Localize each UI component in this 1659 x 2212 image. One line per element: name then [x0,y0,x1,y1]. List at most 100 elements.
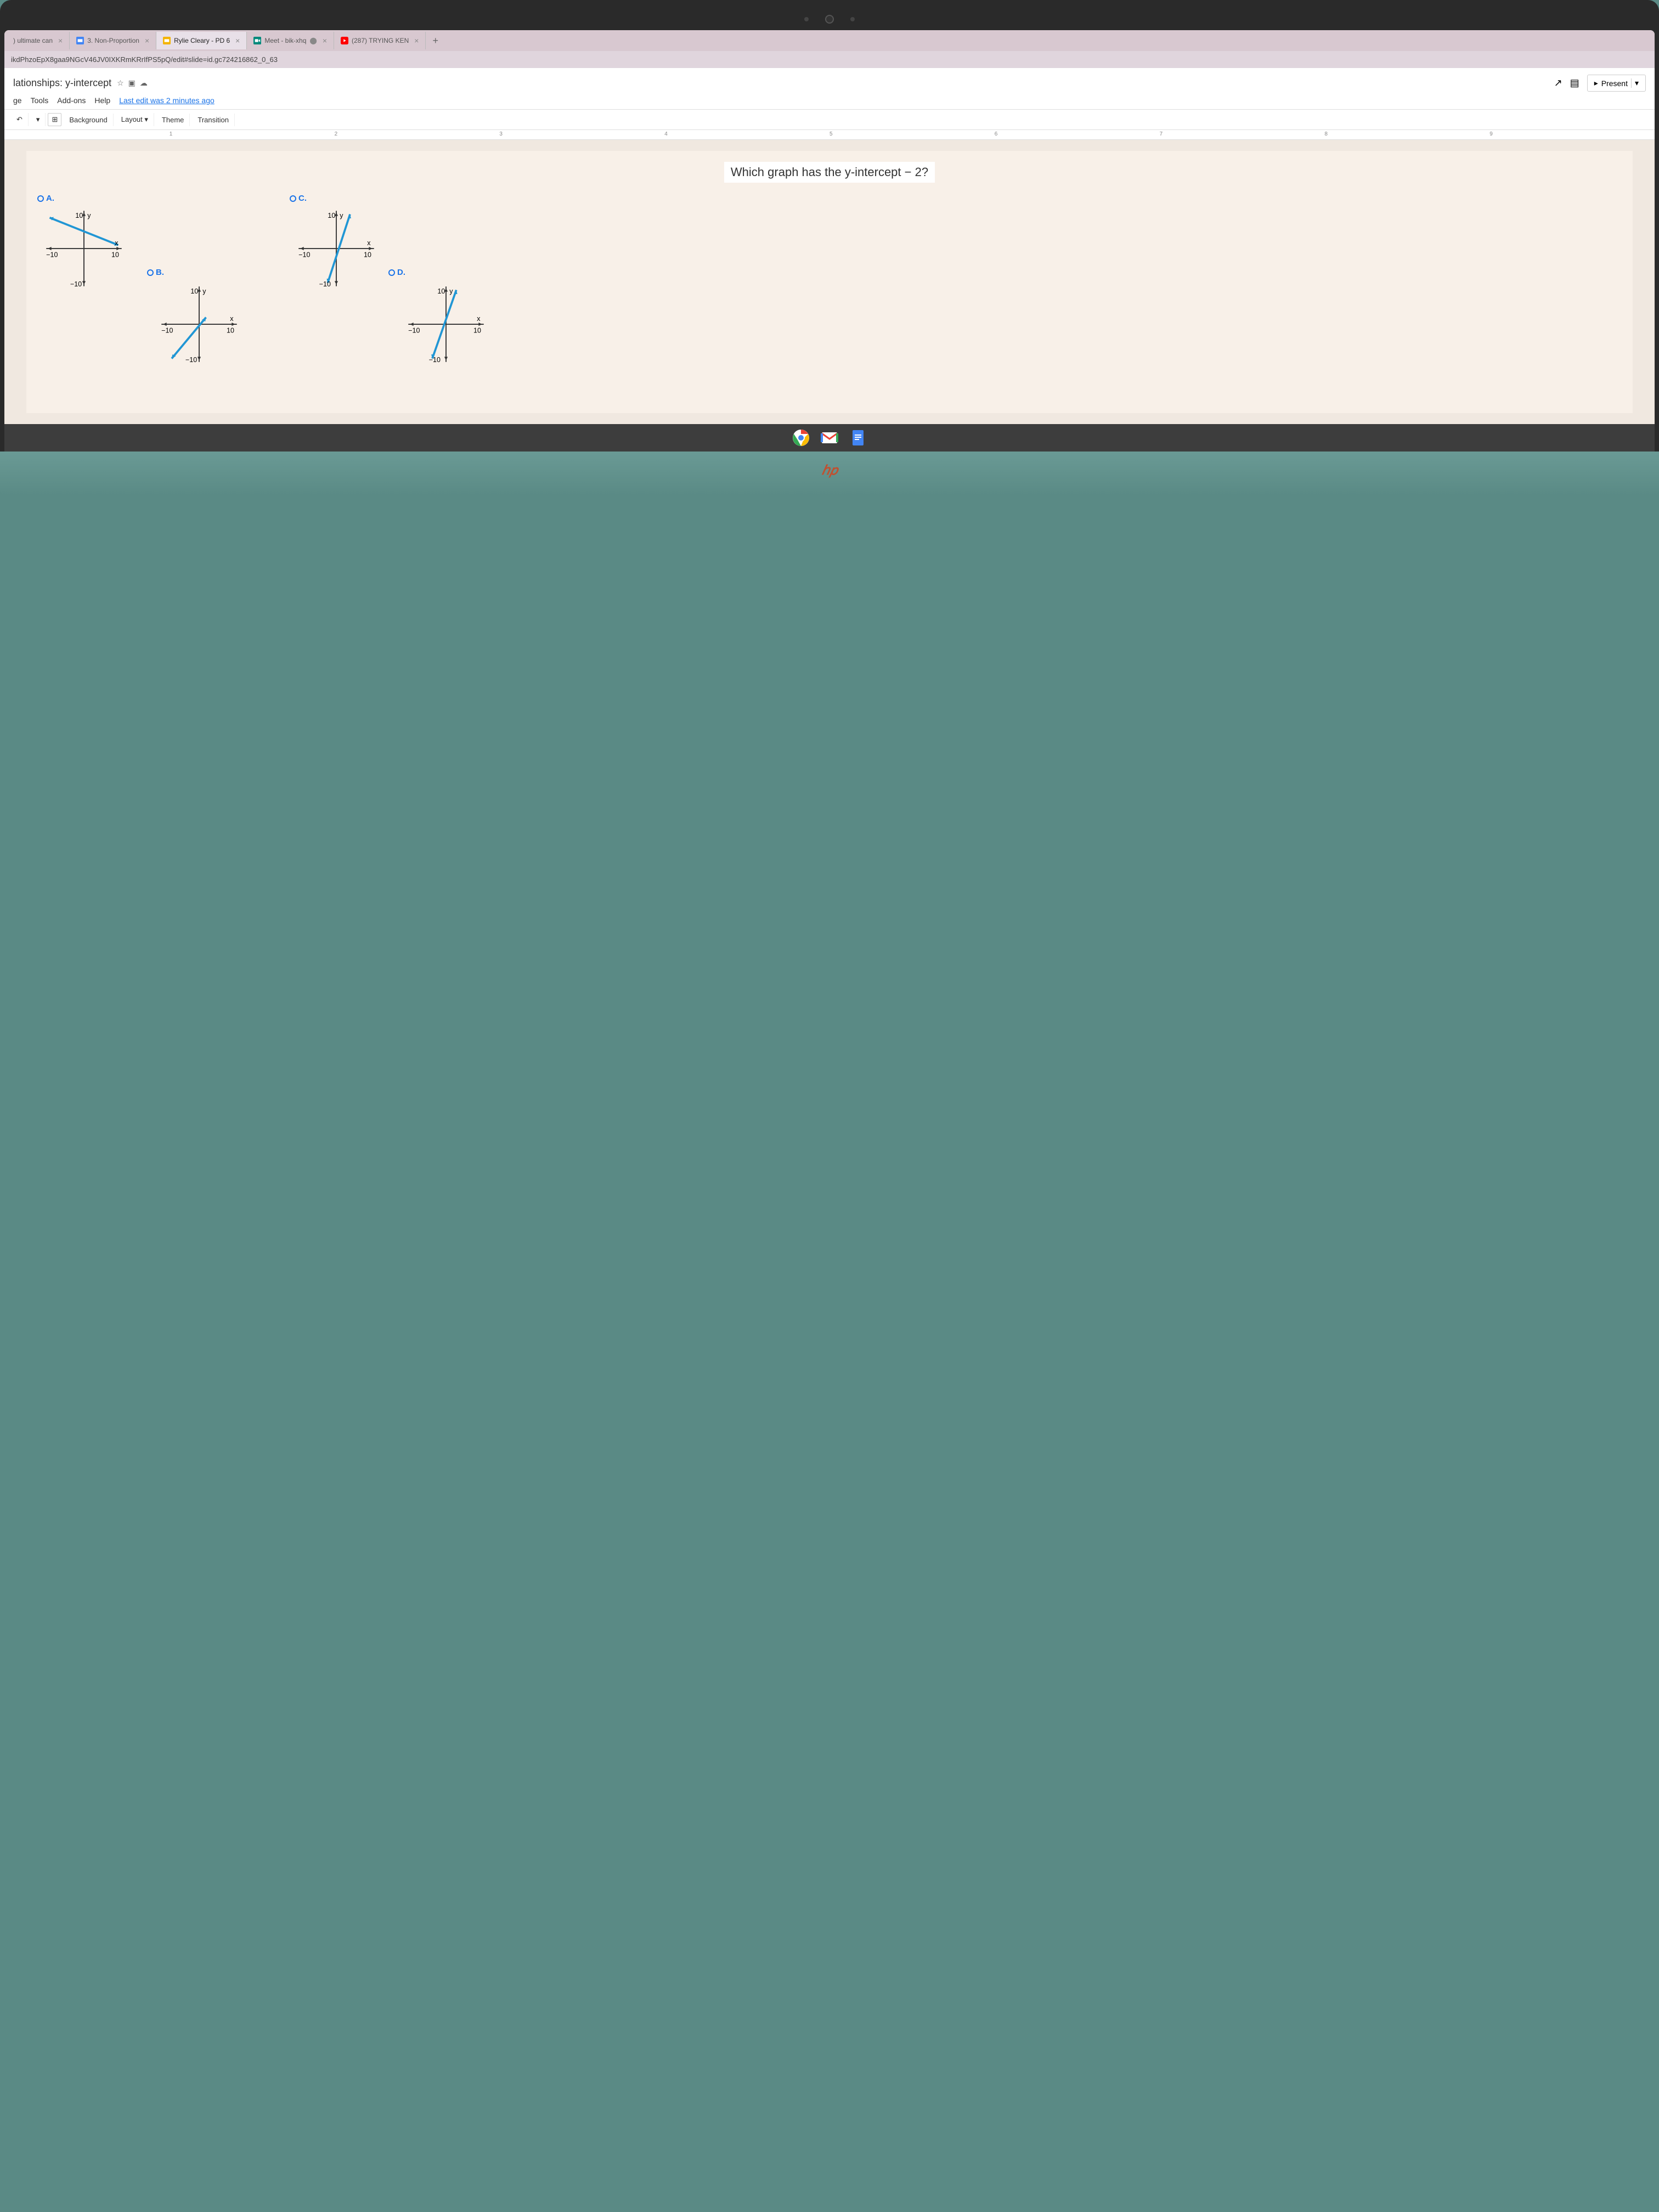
axis-tick: −10 [408,327,420,335]
axis-tick: 10 [473,327,481,335]
add-frame-button[interactable]: ⊞ [48,113,61,126]
axis-tick: −10 [298,251,310,259]
chevron-down-icon[interactable]: ▾ [1631,78,1639,88]
browser-tab-strip: ) ultimate can × 3. Non-Proportion × Ryl… [4,30,1655,51]
present-button[interactable]: ▸ Present ▾ [1587,75,1646,92]
ruler-mark: 8 [1324,131,1328,137]
close-icon[interactable]: × [414,36,419,45]
activity-icon[interactable]: ↗ [1554,77,1562,89]
option-b[interactable]: B. y 10 x [153,279,246,368]
slides-icon [76,37,84,44]
new-tab-button[interactable]: + [426,35,445,47]
menu-item[interactable]: Help [94,96,110,105]
star-icon[interactable]: ☆ [117,78,124,88]
axis-tick: −10 [429,356,441,364]
ruler-mark: 3 [499,131,503,137]
docs-icon[interactable] [849,429,867,447]
hp-logo: ℎ𝑝 [822,462,838,478]
ruler-mark: 9 [1489,131,1493,137]
menu-bar: ge Tools Add-ons Help Last edit was 2 mi… [13,96,1646,109]
graph-b: y 10 x 10 −10 −10 [153,283,246,365]
move-icon[interactable]: ▣ [128,78,136,88]
axis-tick: −10 [319,280,331,288]
radio-icon[interactable] [37,195,44,202]
browser-tab-4[interactable]: (287) TRYING KEN × [334,32,426,49]
axis-tick: −10 [46,251,58,259]
ruler-mark: 2 [335,131,338,137]
axis-label: x [367,239,371,247]
axis-tick: 10 [227,327,234,335]
camera-bar [4,8,1655,30]
option-d[interactable]: D. y 10 x [399,279,493,368]
comments-icon[interactable]: ▤ [1570,77,1579,89]
url-text: ikdPhzoEpX8gaa9NGcV46JV0IXKRmKRrIfPS5pQ/… [11,55,278,64]
axis-label: y [202,287,206,295]
menu-item[interactable]: ge [13,96,22,105]
meet-icon [253,37,261,44]
close-icon[interactable]: × [58,36,63,45]
graphs-grid: A. y 10 x [37,194,1622,402]
tab-label: Rylie Cleary - PD 6 [174,37,230,44]
youtube-icon [341,37,348,44]
ruler-mark: 1 [170,131,173,137]
toolbar: ↶ ▾ ⊞ Background Layout ▾ Theme Transiti… [4,110,1655,130]
option-letter: C. [298,194,307,203]
close-icon[interactable]: × [235,36,240,45]
ruler-mark: 6 [995,131,998,137]
last-edit-link[interactable]: Last edit was 2 minutes ago [119,96,215,105]
option-label: D. [388,268,405,277]
browser-tab-1[interactable]: 3. Non-Proportion × [70,32,156,49]
axis-tick: 10 [111,251,119,259]
axis-tick: −10 [161,327,173,335]
option-label: B. [147,268,164,277]
webcam [825,15,834,24]
close-icon[interactable]: × [323,36,327,45]
option-label: A. [37,194,131,203]
close-icon[interactable]: × [145,36,149,45]
present-label: Present [1601,79,1628,88]
option-label: C. [290,194,383,203]
axis-label: y [449,287,453,295]
camera-dot-left [804,17,809,21]
browser-tab-3[interactable]: Meet - bik-xhq ⬤ × [247,32,334,49]
tab-label: ) ultimate can [13,37,53,44]
chrome-icon[interactable] [792,429,810,447]
axis-label: x [230,315,234,323]
menu-item[interactable]: Add-ons [57,96,86,105]
slide-canvas[interactable]: Which graph has the y-intercept − 2? A. [4,140,1655,424]
axis-label: x [115,239,119,247]
slide[interactable]: Which graph has the y-intercept − 2? A. [26,151,1633,413]
background-button[interactable]: Background [64,114,113,126]
graph-c: y 10 x 10 −10 −10 [290,207,383,290]
tab-indicator-icon: ⬤ [309,37,317,44]
browser-tab-0[interactable]: ) ultimate can × [7,32,70,49]
slides-header: lationships: y-intercept ☆ ▣ ☁ ↗ ▤ ▸ Pre… [4,68,1655,110]
chrome-shelf [4,424,1655,452]
undo-button[interactable]: ↶ [11,113,29,126]
ruler-mark: 5 [830,131,833,137]
gmail-icon[interactable] [821,429,838,447]
axis-label: y [340,212,343,219]
option-letter: D. [397,268,405,277]
play-icon: ▸ [1594,78,1598,88]
axis-tick: 10 [190,287,198,295]
radio-icon[interactable] [290,195,296,202]
axis-tick: 10 [75,212,83,219]
radio-icon[interactable] [388,269,395,276]
radio-icon[interactable] [147,269,154,276]
doc-title[interactable]: lationships: y-intercept [13,77,111,89]
axis-tick: 10 [437,287,445,295]
option-c[interactable]: C. y 10 x [290,194,383,292]
screen: ) ultimate can × 3. Non-Proportion × Ryl… [4,30,1655,452]
menu-item[interactable]: Tools [31,96,49,105]
tab-label: 3. Non-Proportion [87,37,139,44]
transition-button[interactable]: Transition [192,114,235,126]
cloud-icon[interactable]: ☁ [140,78,148,88]
url-bar[interactable]: ikdPhzoEpX8gaa9NGcV46JV0IXKRmKRrIfPS5pQ/… [4,51,1655,68]
axis-tick: 10 [328,212,335,219]
layout-button[interactable]: Layout ▾ [116,113,154,126]
theme-button[interactable]: Theme [156,114,190,126]
option-a[interactable]: A. y 10 x [37,194,131,292]
browser-tab-2[interactable]: Rylie Cleary - PD 6 × [156,32,247,49]
dropdown-button[interactable]: ▾ [31,113,46,126]
